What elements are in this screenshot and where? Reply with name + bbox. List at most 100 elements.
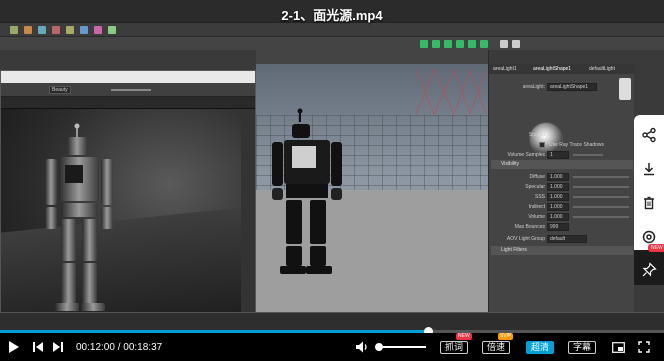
exposure-slider bbox=[111, 89, 151, 91]
shelf-icon bbox=[420, 40, 428, 48]
attr-row-volume: Volume 1.000 bbox=[489, 212, 635, 222]
attribute-editor-header bbox=[489, 50, 635, 64]
attr-diffuse-slider[interactable] bbox=[573, 176, 629, 178]
attribute-editor: areaLight1 areaLightShape1 default Light … bbox=[488, 50, 635, 312]
attribute-editor-tabs: areaLight1 areaLightShape1 defaultLight bbox=[489, 64, 635, 74]
shelf-icon bbox=[480, 40, 488, 48]
attr-diffuse-field[interactable]: 1.000 bbox=[547, 173, 569, 181]
attr-row-spread: Spread bbox=[489, 130, 635, 140]
volume-handle[interactable] bbox=[375, 343, 383, 351]
pin-icon bbox=[642, 262, 657, 277]
attr-row-diffuse: Diffuse 1.000 bbox=[489, 172, 635, 182]
shelf-icon bbox=[52, 26, 60, 34]
shelf-icon bbox=[512, 40, 520, 48]
attr-row-indirect: Indirect 1.000 bbox=[489, 202, 635, 212]
video-frame[interactable]: 2-1、面光源.mp4 Beauty areaLight1 areaLightS… bbox=[0, 0, 664, 330]
attr-indirect-field[interactable]: 1.000 bbox=[547, 203, 569, 211]
skip-previous-icon bbox=[33, 342, 43, 352]
shelf-icon bbox=[80, 26, 88, 34]
render-window-toolbar: Beauty bbox=[1, 83, 255, 97]
attr-spread-label: Spread bbox=[528, 132, 545, 138]
volume-slider[interactable] bbox=[376, 346, 426, 348]
time-display: 00:12:00 / 00:18:37 bbox=[76, 342, 162, 353]
maya-viewport[interactable] bbox=[256, 50, 488, 325]
shelf-icon bbox=[94, 26, 102, 34]
skip-next-icon bbox=[53, 342, 63, 352]
attr-row-raytrace: Use Ray Trace Shadows bbox=[489, 140, 635, 150]
subtitles-button[interactable]: 字幕 bbox=[568, 341, 597, 354]
shelf-icon bbox=[10, 26, 18, 34]
attr-aov-field[interactable]: default bbox=[547, 235, 587, 243]
attr-volume-samples-field[interactable]: 1 bbox=[547, 151, 569, 159]
share-icon bbox=[642, 127, 656, 143]
tab-area-light[interactable]: areaLight1 bbox=[493, 66, 517, 72]
attr-max-bounces-label: Max Bounces bbox=[514, 224, 545, 230]
trash-icon bbox=[644, 196, 654, 210]
picture-in-picture-button[interactable] bbox=[610, 338, 626, 356]
raytrace-checkbox[interactable] bbox=[539, 142, 545, 148]
maya-timeline bbox=[0, 312, 664, 330]
video-title: 2-1、面光源.mp4 bbox=[281, 8, 383, 23]
section-visibility[interactable]: Visibility bbox=[491, 160, 633, 169]
attr-volume-field[interactable]: 1.000 bbox=[547, 213, 569, 221]
grab-new-badge: NEW bbox=[456, 333, 472, 340]
render-view-window: Beauty bbox=[0, 70, 256, 325]
tab-area-light-shape[interactable]: areaLightShape1 bbox=[533, 66, 571, 72]
volume-icon bbox=[356, 341, 367, 353]
attr-volume-slider[interactable] bbox=[573, 216, 629, 218]
quality-button[interactable]: 超清 bbox=[526, 341, 555, 354]
pin-new-badge: NEW bbox=[648, 244, 664, 252]
attr-volume-label: Volume bbox=[528, 214, 545, 220]
maya-shelf bbox=[0, 36, 664, 50]
attr-row-specular: Specular 1.000 bbox=[489, 182, 635, 192]
grab-words-button[interactable]: 抓词 bbox=[440, 341, 469, 354]
shelf-icon bbox=[38, 26, 46, 34]
attr-diffuse-label: Diffuse bbox=[529, 174, 545, 180]
player-controls: 00:12:00 / 00:18:37 抓词 NEW 倍速 超清 SVIP 字幕 bbox=[0, 333, 664, 361]
attr-row-node: areaLight: areaLightShape1 bbox=[489, 82, 635, 92]
attr-specular-slider[interactable] bbox=[573, 186, 629, 188]
focus-button[interactable] bbox=[619, 78, 631, 100]
attr-specular-label: Specular bbox=[525, 184, 545, 190]
volume-button[interactable] bbox=[354, 338, 370, 356]
share-button[interactable] bbox=[637, 123, 661, 147]
shelf-icon bbox=[500, 40, 508, 48]
time-separator: / bbox=[117, 342, 121, 353]
attr-specular-field[interactable]: 1.000 bbox=[547, 183, 569, 191]
tab-default-light[interactable]: defaultLight bbox=[589, 66, 615, 72]
settings-icon bbox=[642, 230, 656, 244]
fullscreen-button[interactable] bbox=[636, 338, 652, 356]
shelf-icon bbox=[24, 26, 32, 34]
section-light-filters[interactable]: Light Filters bbox=[491, 246, 633, 255]
pin-button[interactable] bbox=[634, 250, 664, 285]
shelf-icon bbox=[108, 26, 116, 34]
attr-max-bounces-field[interactable]: 999 bbox=[547, 223, 569, 231]
attr-volume-samples-slider[interactable] bbox=[573, 154, 603, 156]
render-window-sidebar bbox=[241, 109, 255, 324]
attr-sss-field[interactable]: 1.000 bbox=[547, 193, 569, 201]
previous-button[interactable] bbox=[30, 338, 46, 356]
play-button[interactable] bbox=[6, 338, 22, 356]
shelf-icon bbox=[444, 40, 452, 48]
pip-icon bbox=[611, 341, 625, 353]
viewport-scene bbox=[272, 68, 487, 274]
attr-raytrace-label: Use Ray Trace Shadows bbox=[549, 142, 605, 148]
maya-status-line bbox=[0, 22, 664, 36]
attr-row-volume-samples: Volume Samples 1 bbox=[489, 150, 635, 160]
attr-row-aov: AOV Light Group default bbox=[489, 234, 635, 244]
attr-aov-label: AOV Light Group bbox=[506, 236, 545, 242]
robot-render-image bbox=[35, 123, 127, 324]
next-button[interactable] bbox=[50, 338, 66, 356]
total-time: 00:18:37 bbox=[123, 342, 163, 353]
download-icon bbox=[644, 163, 654, 176]
attr-row-max-bounces: Max Bounces 999 bbox=[489, 222, 635, 232]
attr-node-field[interactable]: areaLightShape1 bbox=[547, 83, 597, 91]
delete-button[interactable] bbox=[637, 191, 661, 215]
download-button[interactable] bbox=[637, 157, 661, 181]
attr-indirect-label: Indirect bbox=[528, 204, 545, 210]
shelf-icon bbox=[456, 40, 464, 48]
attr-indirect-slider[interactable] bbox=[573, 206, 629, 208]
attr-volume-samples-label: Volume Samples bbox=[507, 152, 545, 158]
attr-sss-slider[interactable] bbox=[573, 196, 629, 198]
speed-button[interactable]: 倍速 bbox=[482, 341, 511, 354]
